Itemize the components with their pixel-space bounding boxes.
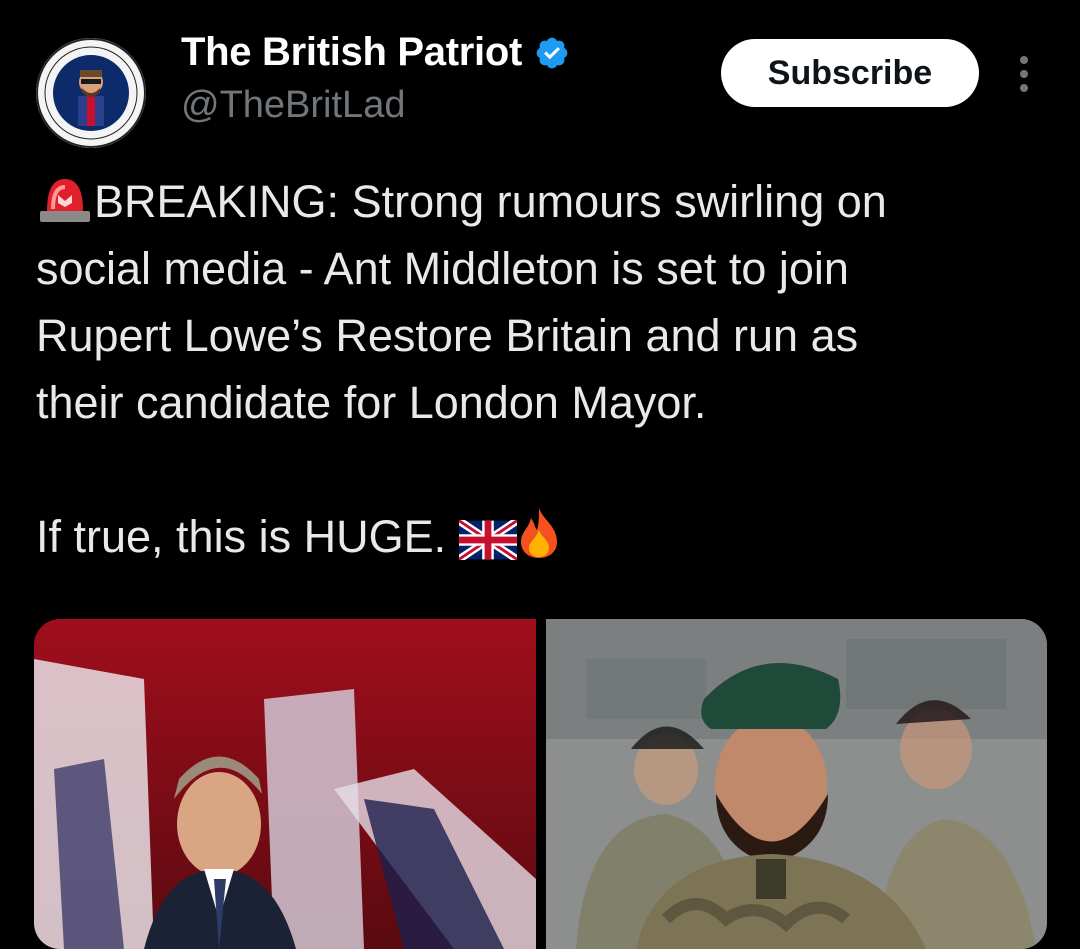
- tweet-line-5: If true, this is HUGE.: [36, 503, 1046, 570]
- media-grid[interactable]: [34, 619, 1047, 949]
- tweet-line-5-text: If true, this is HUGE.: [36, 511, 459, 562]
- rotating-light-icon: [40, 179, 90, 222]
- tweet-text: BREAKING: Strong rumours swirling on soc…: [36, 168, 1046, 570]
- uk-flag-icon: [458, 520, 517, 560]
- more-options-icon[interactable]: [1010, 52, 1038, 96]
- tweet-line-3: Rupert Lowe’s Restore Britain and run as: [36, 310, 859, 361]
- tweet-line-1-text: BREAKING: Strong rumours swirling on: [94, 176, 887, 227]
- tweet-line-1: BREAKING: Strong rumours swirling on: [36, 168, 1046, 235]
- tweet-line-2: social media - Ant Middleton is set to j…: [36, 243, 849, 294]
- author-name-row[interactable]: The British Patriot: [181, 30, 570, 75]
- rupert-lowe-photo[interactable]: [34, 619, 536, 949]
- avatar-logo: [36, 38, 146, 148]
- verified-badge-icon: [536, 37, 568, 68]
- display-name[interactable]: The British Patriot: [181, 30, 522, 75]
- ant-middleton-photo[interactable]: [545, 619, 1047, 949]
- avatar[interactable]: [36, 38, 146, 148]
- tweet-line-4: their candidate for London Mayor.: [36, 377, 707, 428]
- subscribe-button[interactable]: Subscribe: [721, 39, 979, 107]
- fire-icon: [520, 508, 557, 558]
- user-handle[interactable]: @TheBritLad: [181, 84, 405, 127]
